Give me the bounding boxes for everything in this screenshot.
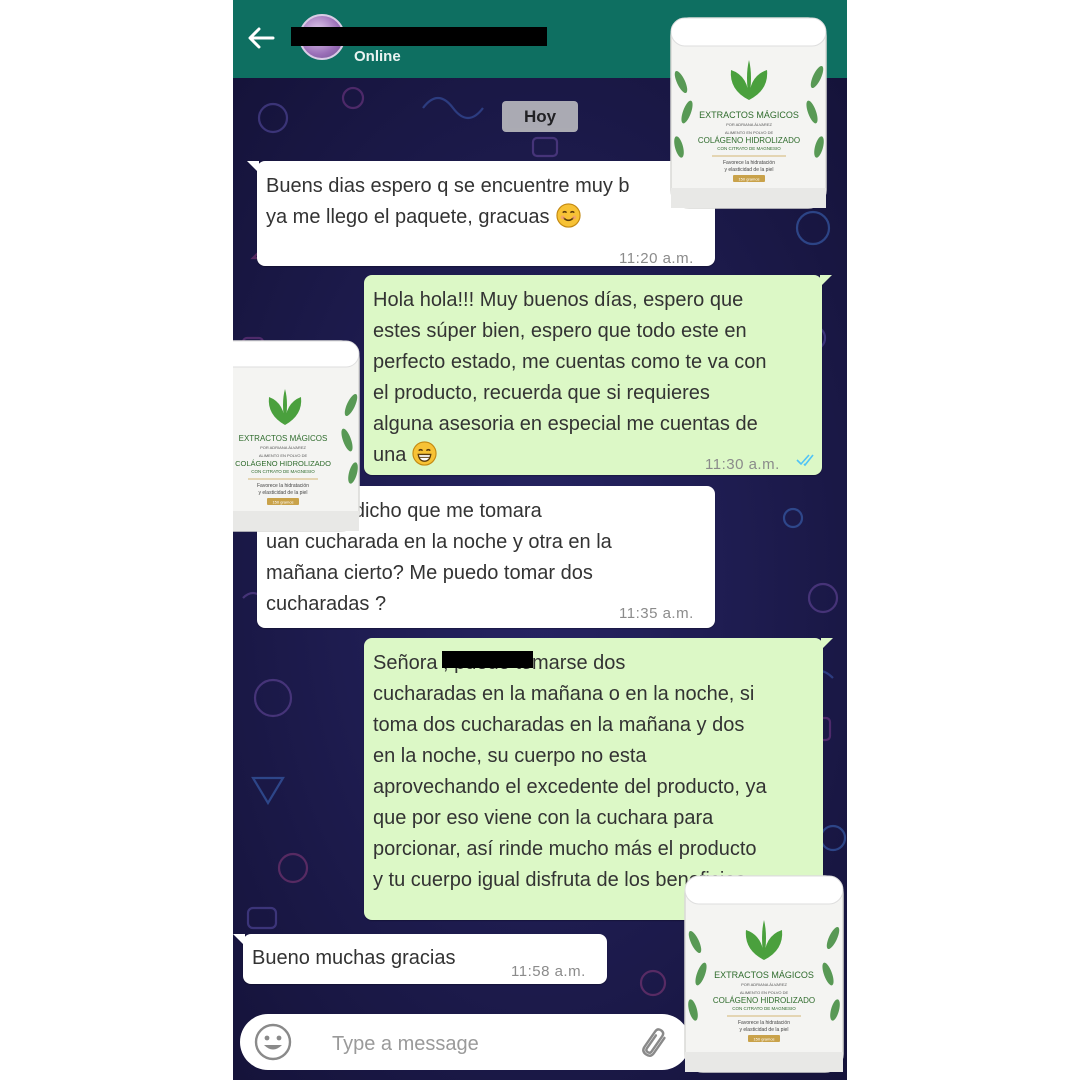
double-check-read-icon — [796, 454, 814, 467]
svg-text:y elasticidad de la piel: y elasticidad de la piel — [259, 490, 308, 496]
product-jar-image: EXTRACTOS MÁGICOS POR ADRIANA ÁLVAREZ AL… — [684, 875, 844, 1073]
product-jar-image: EXTRACTOS MÁGICOS POR ADRIANA ÁLVAREZ AL… — [670, 17, 827, 209]
svg-text:Favorece la hidratación: Favorece la hidratación — [738, 1020, 790, 1026]
message-time: 11:58 a.m. — [511, 963, 586, 980]
jar-brand: EXTRACTOS MÁGICOS — [699, 110, 799, 120]
svg-text:ALIMENTO EN POLVO DE: ALIMENTO EN POLVO DE — [259, 453, 308, 458]
message-time: 11:30 a.m. — [705, 456, 780, 473]
redacted-name — [442, 651, 533, 668]
svg-text:POR ADRIANA ÁLVAREZ: POR ADRIANA ÁLVAREZ — [260, 445, 306, 450]
svg-text:COLÁGENO HIDROLIZADO: COLÁGENO HIDROLIZADO — [235, 459, 331, 468]
svg-text:y elasticidad de la piel: y elasticidad de la piel — [725, 167, 774, 173]
arrow-left-icon[interactable] — [245, 22, 277, 54]
product-jar-image: EXTRACTOS MÁGICOS POR ADRIANA ÁLVAREZ AL… — [233, 340, 360, 532]
message-text: Bueno muchas gracias — [252, 947, 456, 969]
svg-text:EXTRACTOS MÁGICOS: EXTRACTOS MÁGICOS — [714, 970, 814, 980]
svg-text:COLÁGENO HIDROLIZADO: COLÁGENO HIDROLIZADO — [698, 136, 800, 145]
svg-text:COLÁGENO HIDROLIZADO: COLÁGENO HIDROLIZADO — [713, 996, 815, 1005]
message-composer — [240, 1014, 690, 1070]
svg-text:Favorece la hidratación: Favorece la hidratación — [723, 160, 775, 166]
svg-text:POR ADRIANA ÁLVAREZ: POR ADRIANA ÁLVAREZ — [726, 122, 772, 127]
grinning-face-icon — [412, 441, 437, 466]
svg-text:150 gramos: 150 gramos — [753, 1037, 774, 1042]
message-bubble-incoming[interactable]: Bueno muchas gracias 11:58 a.m. — [233, 934, 607, 984]
svg-text:150 gramos: 150 gramos — [738, 177, 759, 182]
svg-text:EXTRACTOS MÁGICOS: EXTRACTOS MÁGICOS — [239, 434, 328, 443]
svg-text:POR ADRIANA ÁLVAREZ: POR ADRIANA ÁLVAREZ — [741, 982, 787, 987]
svg-text:y elasticidad de la piel: y elasticidad de la piel — [740, 1027, 789, 1033]
svg-text:CON CITRATO DE MAGNESIO: CON CITRATO DE MAGNESIO — [251, 469, 315, 474]
redacted-contact-name — [291, 27, 547, 46]
emoji-icon[interactable] — [253, 1022, 293, 1062]
message-text: Señora , puede tomarse dos cucharadas en… — [373, 652, 767, 891]
date-separator: Hoy — [502, 101, 578, 132]
svg-text:ALIMENTO EN POLVO DE: ALIMENTO EN POLVO DE — [740, 990, 789, 995]
svg-text:Favorece la hidratación: Favorece la hidratación — [257, 483, 309, 489]
message-bubble-incoming[interactable]: Buens dias espero q se encuentre muy b y… — [247, 161, 715, 267]
message-bubble-outgoing[interactable]: Hola hola!!! Muy buenos días, espero que… — [364, 275, 832, 475]
svg-text:ALIMENTO EN POLVO DE: ALIMENTO EN POLVO DE — [725, 130, 774, 135]
svg-text:CON CITRATO DE MAGNESIO: CON CITRATO DE MAGNESIO — [717, 146, 781, 151]
paperclip-icon[interactable] — [633, 1022, 673, 1062]
svg-text:150 gramos: 150 gramos — [272, 500, 293, 505]
message-text: Hola hola!!! Muy buenos días, espero que… — [373, 289, 767, 466]
message-text: Buens dias espero q se encuentre muy b y… — [266, 175, 630, 228]
message-input[interactable] — [330, 1028, 634, 1060]
smiling-face-icon — [555, 203, 581, 228]
message-time: 11:20 a.m. — [619, 250, 694, 267]
message-time: 11:35 a.m. — [619, 605, 694, 622]
svg-text:CON CITRATO DE MAGNESIO: CON CITRATO DE MAGNESIO — [732, 1006, 796, 1011]
contact-status: Online — [354, 48, 401, 65]
